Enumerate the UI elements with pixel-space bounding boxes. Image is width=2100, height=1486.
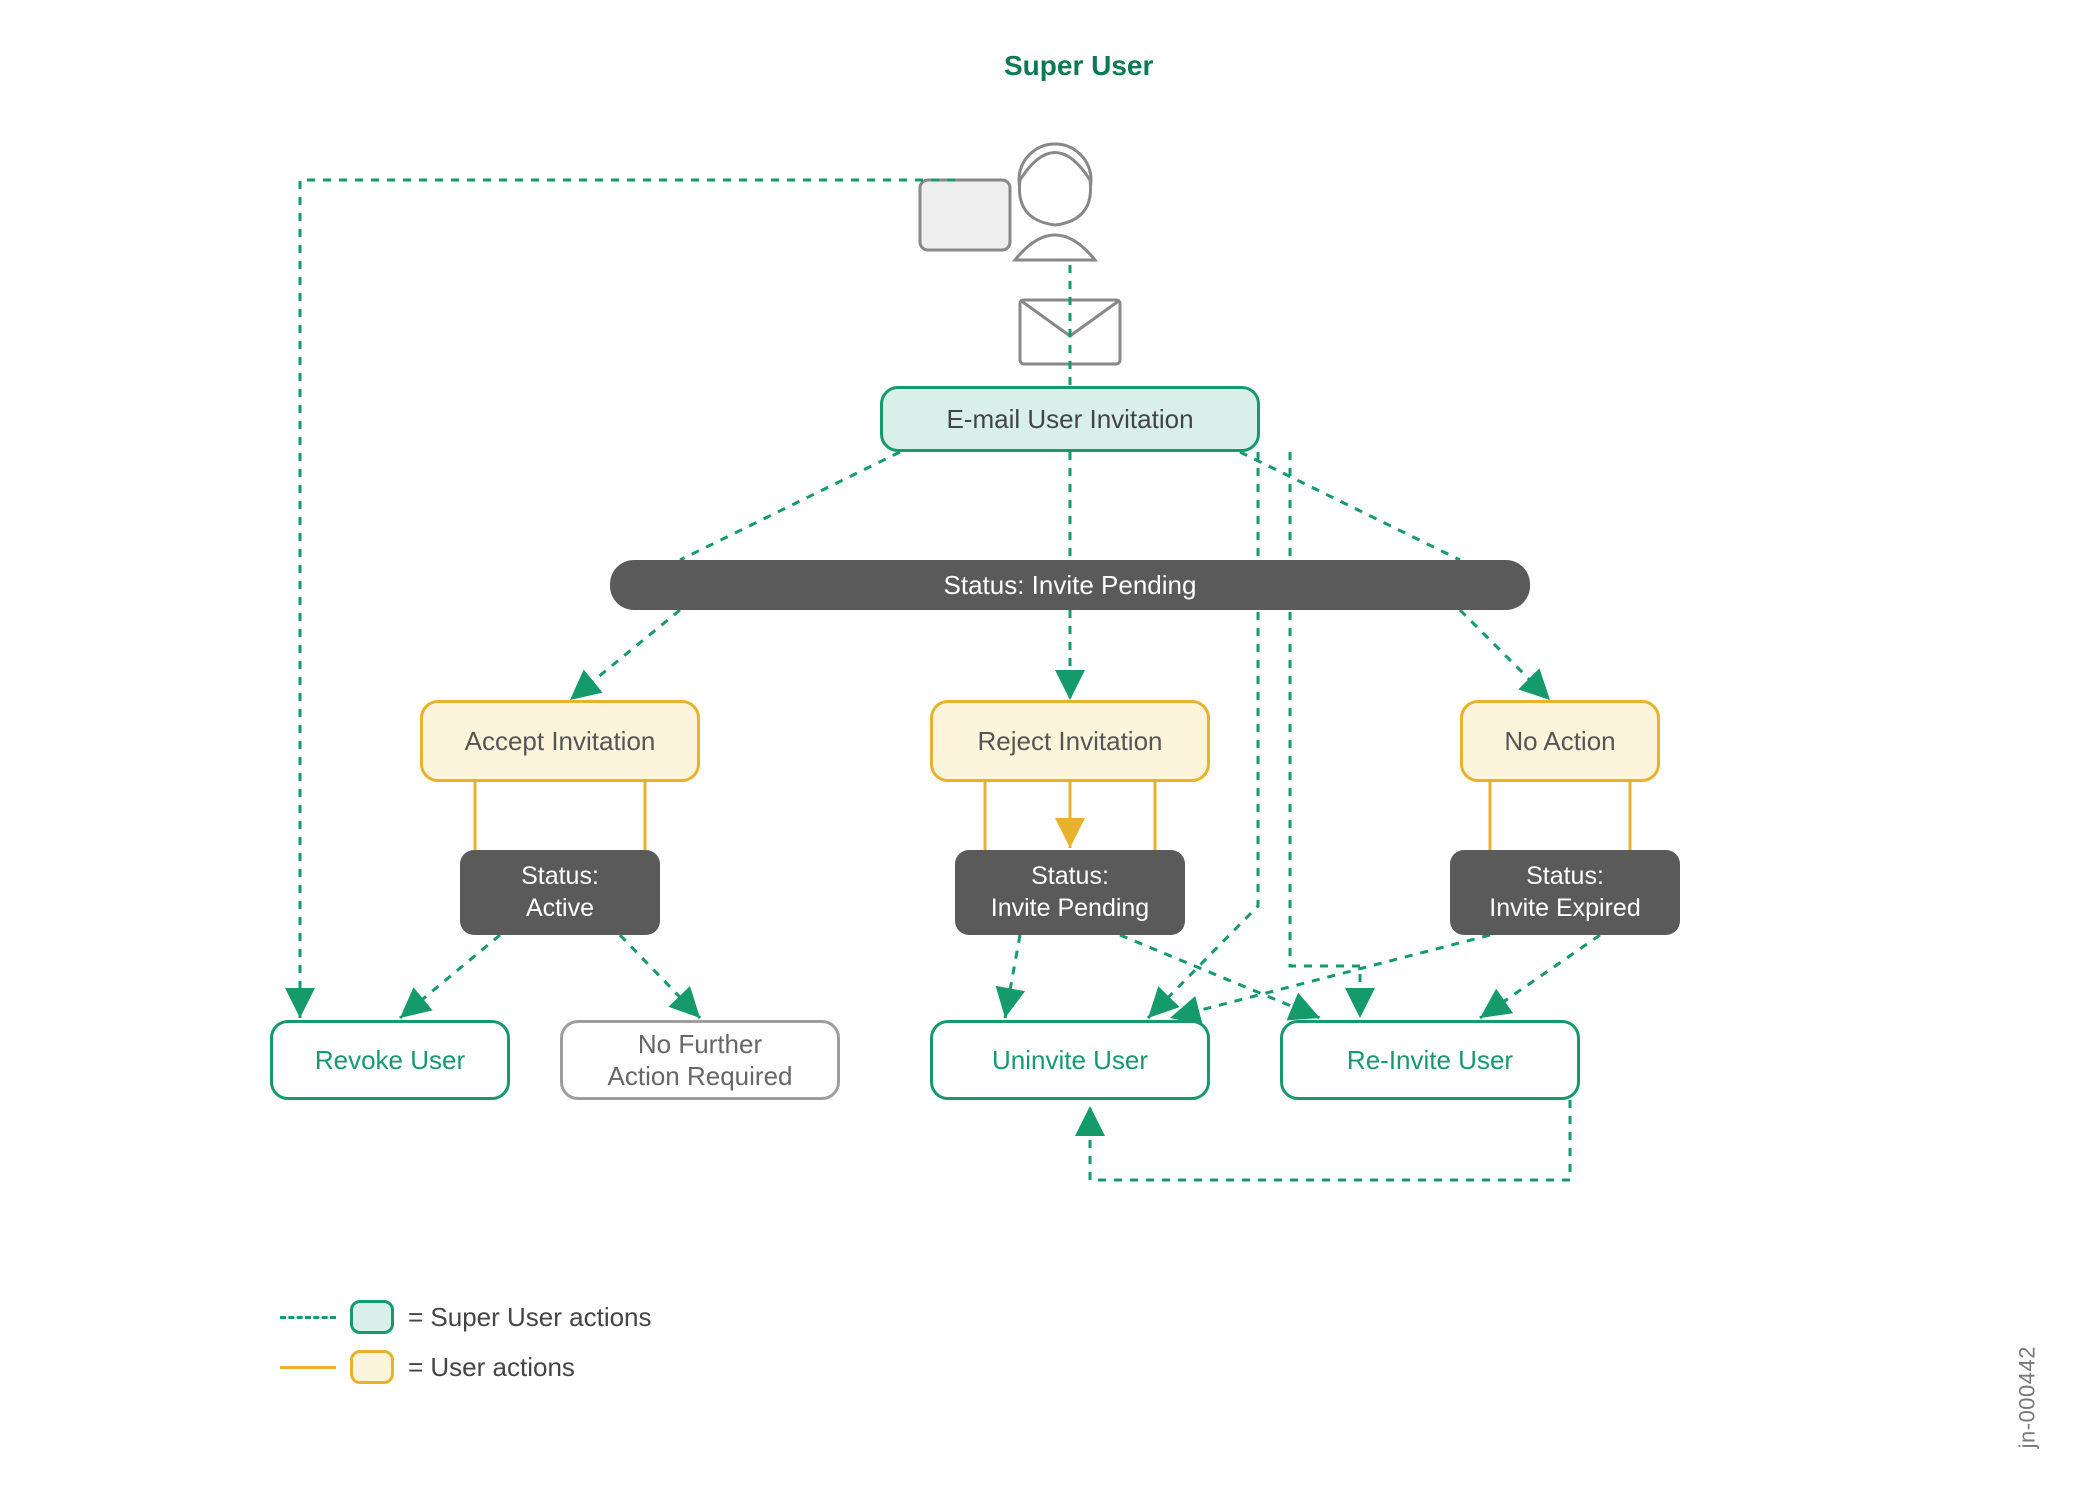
no-action-node: No Action xyxy=(1460,700,1660,782)
super-user-title: Super User xyxy=(1004,50,1153,82)
status-invite-pending-node: Status: Invite Pending xyxy=(955,850,1185,935)
status-invite-expired-node: Status: Invite Expired xyxy=(1450,850,1680,935)
legend-super-user: = Super User actions xyxy=(280,1300,652,1334)
status-invite-pending-bar: Status: Invite Pending xyxy=(610,560,1530,610)
no-further-action-node: No Further Action Required xyxy=(560,1020,840,1100)
solid-line-icon xyxy=(280,1366,336,1369)
status-active-node: Status: Active xyxy=(460,850,660,935)
legend-super-user-label: = Super User actions xyxy=(408,1302,652,1333)
reject-invitation-node: Reject Invitation xyxy=(930,700,1210,782)
green-box-icon xyxy=(350,1300,394,1334)
footnote-id: jn-000442 xyxy=(2014,1346,2040,1448)
email-user-invitation-node: E-mail User Invitation xyxy=(880,386,1260,452)
dashed-line-icon xyxy=(280,1316,336,1319)
yellow-box-icon xyxy=(350,1350,394,1384)
legend-user-label: = User actions xyxy=(408,1352,575,1383)
uninvite-user-node: Uninvite User xyxy=(930,1020,1210,1100)
diagram-canvas: Super User E-mail User Invitation Status… xyxy=(0,0,2100,1486)
reinvite-user-node: Re-Invite User xyxy=(1280,1020,1580,1100)
revoke-user-node: Revoke User xyxy=(270,1020,510,1100)
accept-invitation-node: Accept Invitation xyxy=(420,700,700,782)
legend-user: = User actions xyxy=(280,1350,575,1384)
